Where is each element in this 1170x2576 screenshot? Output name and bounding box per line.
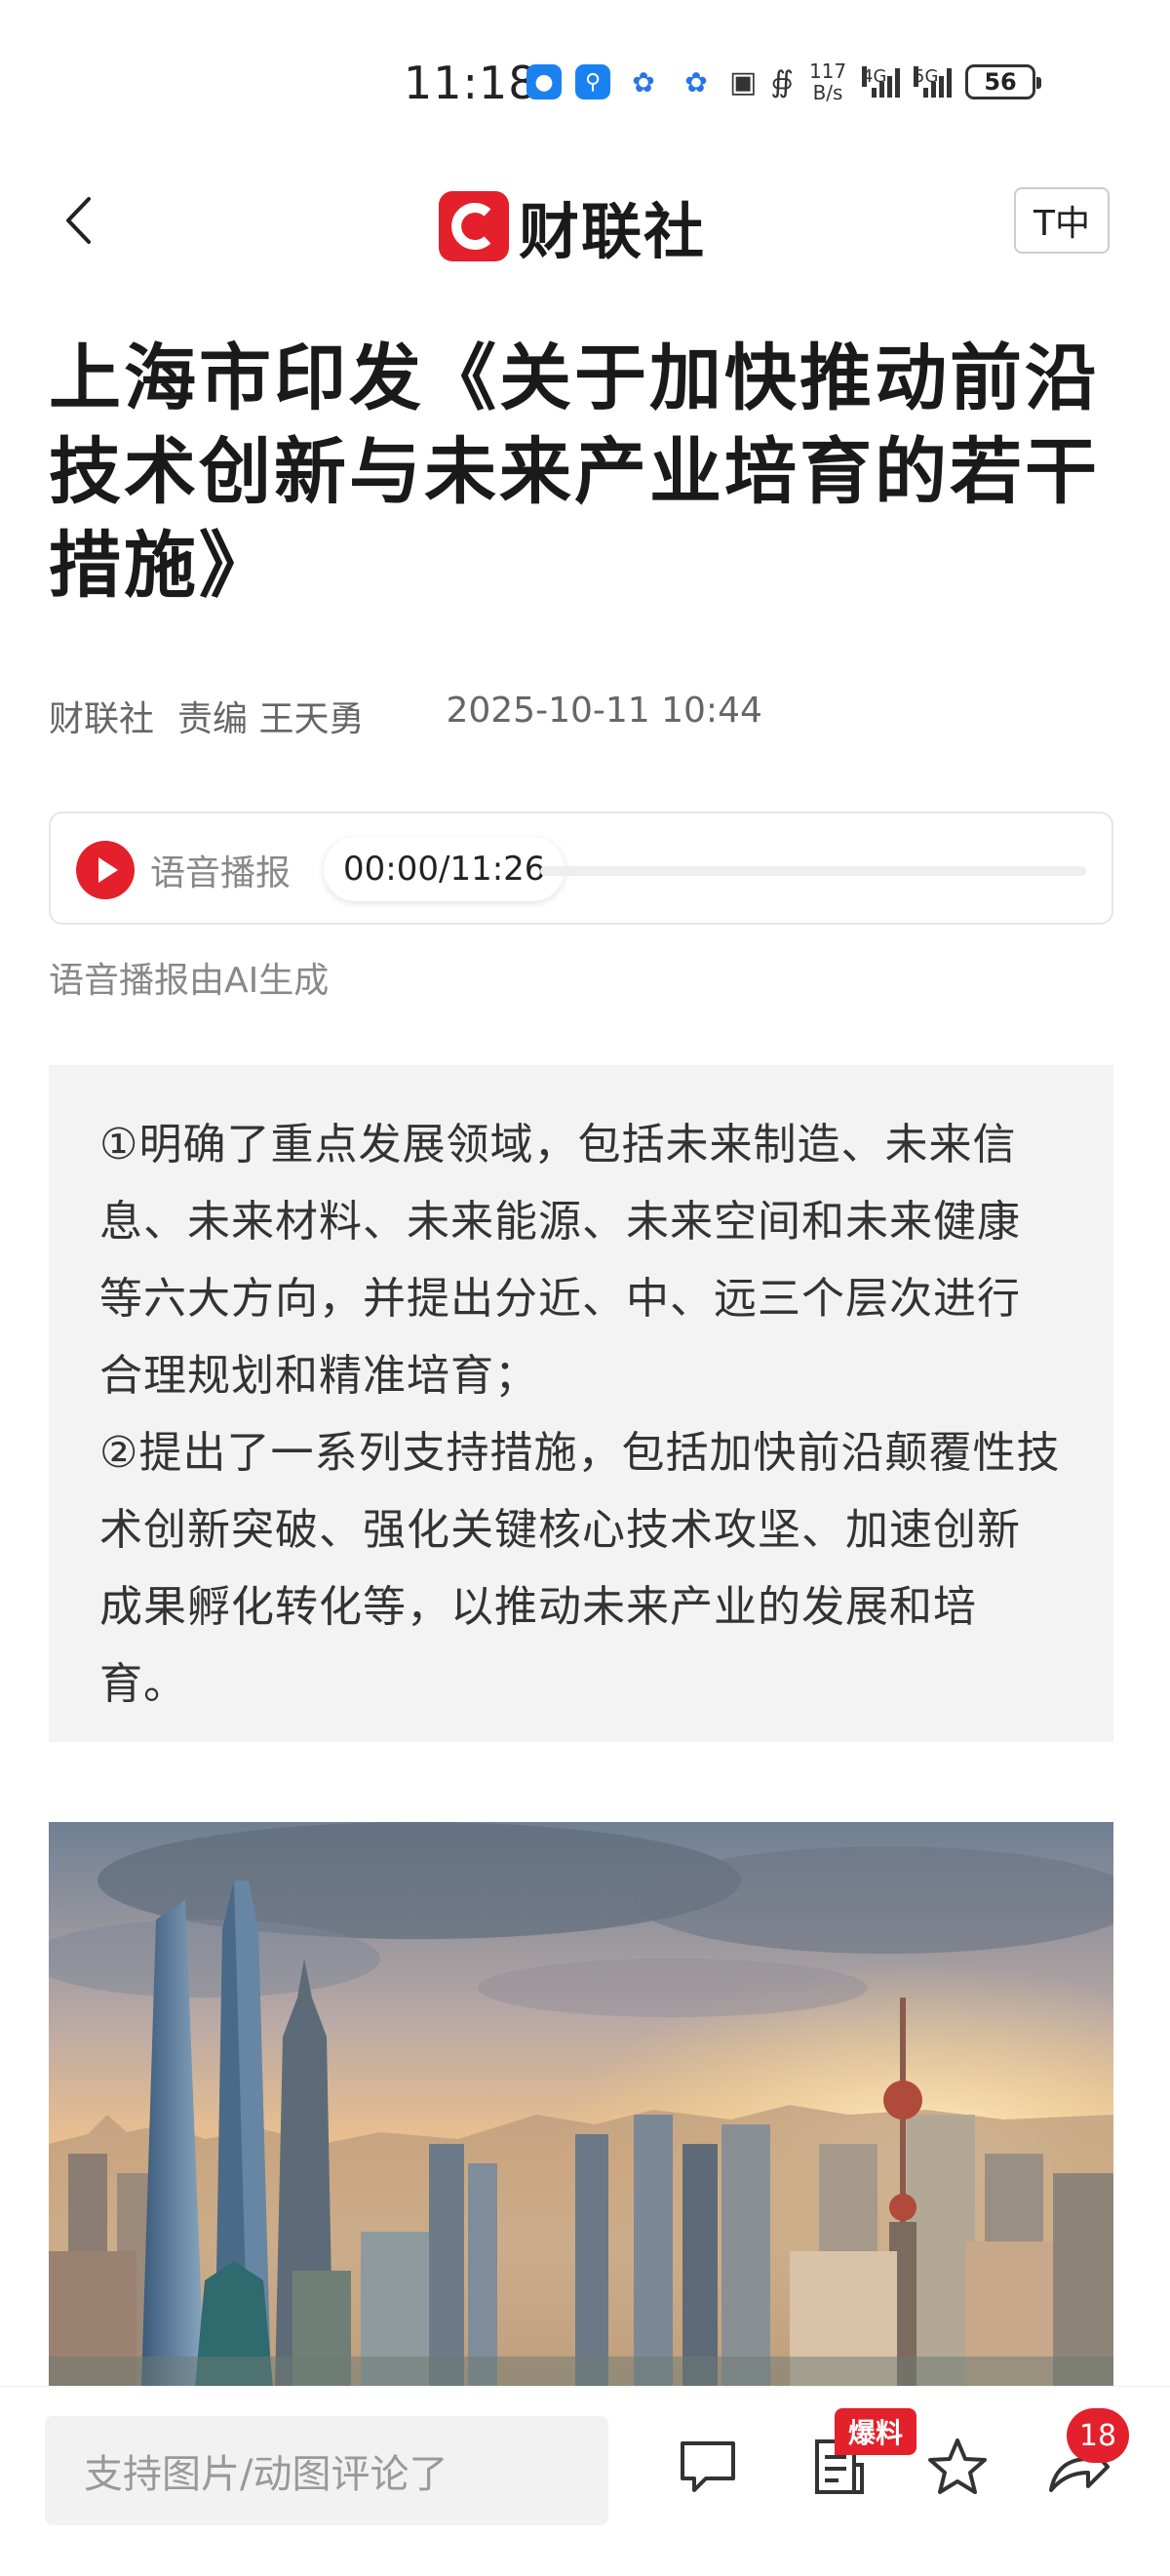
- article-meta: 财联社 责编 王天勇 2025-10-11 10:44: [49, 691, 762, 741]
- logo-text: 财联社: [519, 196, 707, 267]
- battery-icon: 56: [965, 64, 1042, 99]
- summary-point-2: ②提出了一系列支持措施，包括加快前沿颠覆性技术创新突破、强化关键核心技术攻坚、加…: [99, 1428, 1061, 1709]
- audio-progress-handle[interactable]: 00:00/11:26: [324, 837, 566, 901]
- app-logo: 财联社: [439, 182, 706, 270]
- chevron-left-icon: [66, 197, 91, 244]
- bluetooth-icon: ∯: [770, 64, 795, 99]
- audio-ai-note: 语音播报由AI生成: [49, 961, 330, 1001]
- summary-point-1: ①明确了重点发展领域，包括未来制造、未来信息、未来材料、未来能源、未来空间和未来…: [99, 1120, 1021, 1401]
- header: 财联社 T中: [0, 166, 1170, 283]
- comment-input[interactable]: 支持图片/动图评论了: [45, 2416, 608, 2525]
- status-time: 11:18: [404, 57, 538, 109]
- status-icons: ● ⚲ ✿ ✿ ▣ ∯ 117 B/s 4G 5G 56: [526, 59, 1042, 104]
- paw-app-icon: ✿: [632, 65, 655, 99]
- signal-4g-icon: 4G: [862, 66, 901, 98]
- bulb-app-icon: ●: [526, 64, 562, 99]
- tag-badge: 爆料: [835, 2408, 917, 2455]
- back-button[interactable]: [49, 191, 107, 250]
- comment-icon[interactable]: [671, 2430, 745, 2504]
- audio-label: 语音播报: [150, 853, 292, 893]
- signal-5g-icon: 5G: [914, 66, 953, 98]
- article-source: 财联社: [49, 699, 155, 739]
- article-datetime: 2025-10-11 10:44: [446, 691, 762, 731]
- article-image[interactable]: [49, 1822, 1113, 2388]
- status-bar: 11:18 ● ⚲ ✿ ✿ ▣ ∯ 117 B/s 4G 5G 56: [0, 0, 1170, 166]
- star-icon[interactable]: [920, 2430, 994, 2504]
- nfc-icon: ▣: [729, 64, 758, 99]
- paw-app-icon: ✿: [684, 65, 708, 99]
- article-summary: ①明确了重点发展领域，包括未来制造、未来信息、未来材料、未来能源、未来空间和未来…: [49, 1065, 1113, 1742]
- font-size-button[interactable]: T中: [1014, 187, 1110, 254]
- logo-mark-icon: [439, 191, 509, 261]
- share-count-badge: 18: [1067, 2408, 1129, 2463]
- audio-progress-track[interactable]: [540, 866, 1086, 876]
- search-app-icon: ⚲: [575, 64, 610, 99]
- audio-player: 语音播报 00:00/11:26: [49, 812, 1113, 925]
- article-title: 上海市印发《关于加快推动前沿技术创新与未来产业培育的若干措施》: [49, 337, 1100, 608]
- bottom-bar: 支持图片/动图评论了 爆料 18: [0, 2386, 1170, 2576]
- net-speed: 117 B/s: [808, 59, 847, 104]
- play-icon[interactable]: [76, 841, 135, 899]
- article-editor: 责编 王天勇: [177, 699, 365, 739]
